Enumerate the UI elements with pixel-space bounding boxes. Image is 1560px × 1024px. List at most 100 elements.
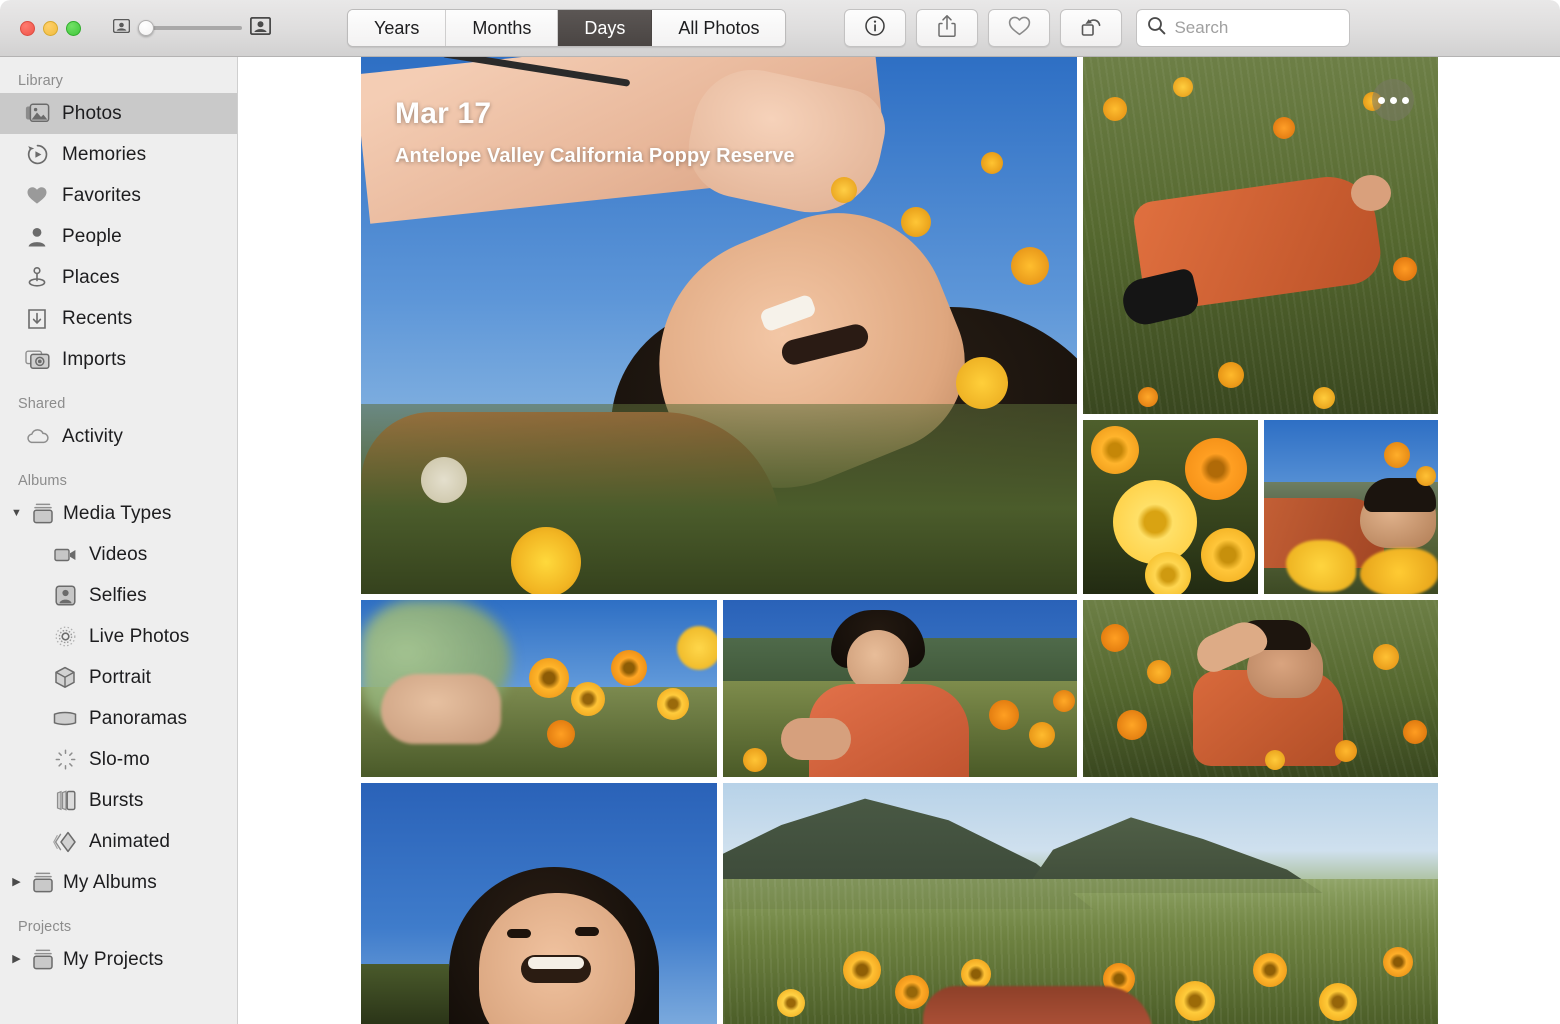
share-button[interactable]	[916, 9, 978, 47]
sidebar-item-label: Selfies	[89, 585, 147, 607]
photo-grid: Mar 17 Antelope Valley California Poppy …	[361, 57, 1558, 1024]
photo-tile-7[interactable]	[1083, 600, 1438, 777]
window-controls	[20, 21, 81, 36]
photo-tile-4[interactable]	[1264, 420, 1438, 594]
zoom-slider[interactable]	[138, 20, 242, 36]
sidebar-section-library: Library	[0, 67, 237, 93]
sidebar: Library Photos Memories	[0, 57, 238, 1024]
sidebar-item-label: Portrait	[89, 667, 151, 689]
sidebar-item-label: Recents	[62, 308, 132, 330]
sidebar-item-recents[interactable]: Recents	[0, 298, 237, 339]
chevron-right-icon[interactable]: ▶	[10, 877, 23, 888]
sidebar-item-bursts[interactable]: Bursts	[0, 780, 237, 821]
sidebar-item-my-albums[interactable]: ▶ My Albums	[0, 862, 237, 903]
sidebar-item-photos[interactable]: Photos	[0, 93, 237, 134]
photo-large-icon	[250, 17, 271, 40]
sidebar-item-my-projects[interactable]: ▶ My Projects	[0, 939, 237, 980]
sidebar-item-favorites[interactable]: Favorites	[0, 175, 237, 216]
maximize-window-button[interactable]	[66, 21, 81, 36]
memories-icon	[24, 143, 50, 166]
tab-days[interactable]: Days	[558, 10, 652, 46]
sidebar-item-media-types[interactable]: ▼ Media Types	[0, 493, 237, 534]
sidebar-item-portrait[interactable]: Portrait	[0, 657, 237, 698]
camera-icon	[24, 349, 50, 370]
ellipsis-icon	[1378, 97, 1385, 104]
search-field[interactable]: Search	[1136, 9, 1350, 47]
selfie-icon	[52, 585, 78, 606]
sidebar-item-label: Favorites	[62, 185, 141, 207]
cube-icon	[52, 666, 78, 689]
sidebar-item-label: Media Types	[63, 503, 171, 525]
toolbar: Years Months Days All Photos	[0, 0, 1560, 57]
sidebar-item-panoramas[interactable]: Panoramas	[0, 698, 237, 739]
favorite-button[interactable]	[988, 9, 1050, 47]
toolbar-actions: Search	[844, 9, 1350, 47]
sidebar-item-people[interactable]: People	[0, 216, 237, 257]
album-stack-icon	[30, 948, 56, 971]
bursts-icon	[52, 790, 78, 811]
info-icon	[864, 15, 886, 42]
info-button[interactable]	[844, 9, 906, 47]
sidebar-item-live-photos[interactable]: Live Photos	[0, 616, 237, 657]
sidebar-item-label: Slo-mo	[89, 749, 150, 771]
animated-icon	[52, 831, 78, 853]
sidebar-item-activity[interactable]: Activity	[0, 416, 237, 457]
cloud-icon	[24, 428, 50, 446]
sidebar-section-albums: Albums	[0, 457, 237, 493]
sidebar-item-videos[interactable]: Videos	[0, 534, 237, 575]
rotate-icon	[1079, 14, 1103, 43]
video-icon	[52, 547, 78, 563]
ellipsis-icon	[1390, 97, 1397, 104]
sidebar-item-memories[interactable]: Memories	[0, 134, 237, 175]
photo-grid-area: Mar 17 Antelope Valley California Poppy …	[239, 57, 1560, 1024]
sidebar-item-animated[interactable]: Animated	[0, 821, 237, 862]
more-options-button[interactable]	[1372, 79, 1414, 121]
sidebar-item-selfies[interactable]: Selfies	[0, 575, 237, 616]
photo-tile-5[interactable]	[361, 600, 717, 777]
heart-icon	[24, 185, 50, 206]
minimize-window-button[interactable]	[43, 21, 58, 36]
view-mode-segmented-control[interactable]: Years Months Days All Photos	[347, 9, 786, 47]
live-photo-icon	[52, 625, 78, 648]
chevron-down-icon[interactable]: ▼	[10, 508, 23, 519]
photo-tile-9[interactable]	[723, 783, 1438, 1024]
download-icon	[24, 308, 50, 330]
photo-tile-3[interactable]	[1083, 420, 1258, 594]
pin-icon	[24, 266, 50, 289]
sidebar-item-label: Bursts	[89, 790, 143, 812]
sidebar-item-label: Activity	[62, 426, 123, 448]
rotate-button[interactable]	[1060, 9, 1122, 47]
sidebar-item-label: Animated	[89, 831, 170, 853]
tab-all-photos[interactable]: All Photos	[652, 10, 785, 46]
zoom-slider-knob[interactable]	[138, 20, 154, 36]
sidebar-item-places[interactable]: Places	[0, 257, 237, 298]
photo-tile-6[interactable]	[723, 600, 1077, 777]
sidebar-item-slo-mo[interactable]: Slo-mo	[0, 739, 237, 780]
sidebar-item-label: Videos	[89, 544, 147, 566]
photos-icon	[24, 103, 50, 124]
close-window-button[interactable]	[20, 21, 35, 36]
chevron-right-icon[interactable]: ▶	[10, 954, 23, 965]
photo-tile-hero[interactable]: Mar 17 Antelope Valley California Poppy …	[361, 57, 1077, 594]
thumbnail-zoom-control	[113, 17, 271, 40]
photo-tile-8[interactable]	[361, 783, 717, 1024]
sidebar-item-label: Photos	[62, 103, 122, 125]
sidebar-item-label: People	[62, 226, 122, 248]
photo-tile-2[interactable]	[1083, 57, 1438, 414]
search-icon	[1147, 16, 1166, 40]
person-icon	[24, 226, 50, 248]
sidebar-item-label: Imports	[62, 349, 126, 371]
sidebar-item-imports[interactable]: Imports	[0, 339, 237, 380]
photo-small-icon	[113, 19, 130, 38]
sidebar-item-label: My Projects	[63, 949, 163, 971]
tab-months[interactable]: Months	[446, 10, 558, 46]
search-input[interactable]: Search	[1174, 18, 1228, 38]
sidebar-item-label: Memories	[62, 144, 146, 166]
album-stack-icon	[30, 871, 56, 894]
ellipsis-icon	[1402, 97, 1409, 104]
heart-icon	[1007, 15, 1032, 42]
tab-years[interactable]: Years	[348, 10, 446, 46]
panorama-icon	[52, 711, 78, 726]
sidebar-item-label: Live Photos	[89, 626, 189, 648]
sidebar-item-label: Places	[62, 267, 120, 289]
